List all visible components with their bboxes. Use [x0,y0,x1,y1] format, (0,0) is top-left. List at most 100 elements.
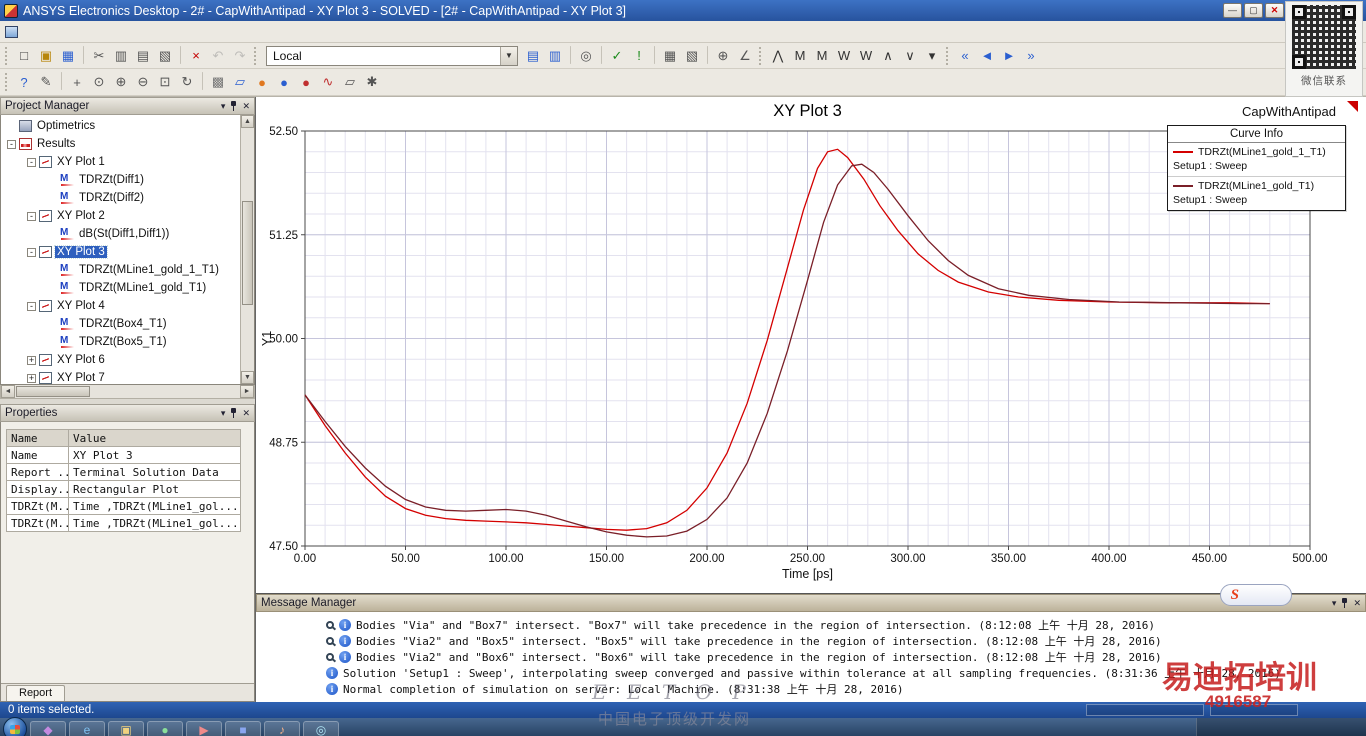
toolbar-button[interactable]: ▦ [659,46,681,66]
tree-vertical-scrollbar[interactable]: ▲ ▼ [240,115,254,384]
property-value[interactable]: XY Plot 3 [69,447,241,464]
tree-item-label[interactable]: Optimetrics [35,120,97,132]
toolbar-button[interactable]: ▤ [132,46,154,66]
report-type-button[interactable]: M [789,46,811,66]
toolbar-button[interactable]: ◎ [575,46,597,66]
minimize-button[interactable]: — [1223,3,1242,18]
toolbar-button[interactable]: ▧ [681,46,703,66]
tab-report[interactable]: Report [6,685,65,701]
legend-entry[interactable]: TDRZt(MLine1_gold_1_T1) Setup1 : Sweep [1168,143,1345,177]
toolbar-button[interactable]: ▥ [544,46,566,66]
toolbar-button[interactable]: × [185,46,207,66]
toolbar-button[interactable]: ✎ [35,72,57,92]
property-value[interactable]: Time ,TDRZt(MLine1_gol... [69,498,241,515]
toolbar-grip[interactable] [759,47,764,65]
collapse-icon[interactable]: ▾ [221,408,226,419]
menu-item[interactable] [131,24,149,40]
toolbar-button[interactable]: ⊡ [154,72,176,92]
tree-expand-icon[interactable]: - [27,248,36,257]
toolbar-button[interactable]: ↻ [176,72,198,92]
toolbar-button[interactable]: ∠ [734,46,756,66]
menu-item[interactable] [167,24,185,40]
toolbar-button[interactable]: ▦ [57,46,79,66]
tree-item-label[interactable]: dB(St(Diff1,Diff1)) [77,228,171,240]
tree-expand-icon[interactable]: + [27,374,36,383]
toolbar-button[interactable]: ● [273,72,295,92]
tree-expand-icon[interactable] [7,122,16,131]
combo-dropdown-icon[interactable]: ▼ [500,47,517,65]
toolbar-grip[interactable] [5,47,10,65]
solution-type-combo[interactable]: Local ▼ [266,46,518,66]
toolbar-button[interactable] [570,46,571,64]
tree-item[interactable]: Optimetrics [1,117,240,135]
toolbar-button[interactable]: ▱ [229,72,251,92]
report-type-button[interactable]: ⋀ [767,46,789,66]
legend-entry[interactable]: TDRZt(MLine1_gold_T1) Setup1 : Sweep [1168,177,1345,210]
tree-expand-icon[interactable] [47,194,56,203]
pin-icon[interactable] [229,407,238,419]
toolbar-button[interactable]: ● [251,72,273,92]
taskbar-app-button[interactable]: ◎ [303,721,339,736]
tree-expand-icon[interactable]: - [27,212,36,221]
menu-item[interactable] [77,24,95,40]
tree-expand-icon[interactable] [47,266,56,275]
scrollbar-thumb[interactable] [242,201,253,305]
tree-expand-icon[interactable]: + [27,356,36,365]
tree-item[interactable]: dB(St(Diff1,Diff1)) [1,225,240,243]
toolbar-button[interactable]: □ [13,46,35,66]
start-button[interactable] [3,717,27,736]
scroll-right-icon[interactable]: ► [240,385,254,398]
tree-item[interactable]: - XY Plot 1 [1,153,240,171]
view-nav-button[interactable]: ► [998,46,1020,66]
taskbar-app-button[interactable]: ● [147,721,183,736]
collapse-icon[interactable]: ▾ [221,101,226,112]
toolbar-button[interactable]: ? [13,72,35,92]
toolbar-button[interactable]: ⊕ [712,46,734,66]
report-type-button[interactable]: W [833,46,855,66]
toolbar-button[interactable] [61,72,62,90]
tree-item-label[interactable]: XY Plot 6 [55,354,107,366]
toolbar-button[interactable]: + [66,72,88,92]
xy-plot-panel[interactable]: 0.0050.00100.00150.00200.00250.00300.003… [256,97,1366,593]
close-button[interactable]: ✕ [1265,3,1284,18]
menu-item[interactable] [41,24,59,40]
menu-item[interactable] [149,24,167,40]
tree-item[interactable]: TDRZt(MLine1_gold_1_T1) [1,261,240,279]
toolbar-button[interactable]: ⊕ [110,72,132,92]
pin-icon[interactable] [1340,597,1349,609]
tree-item[interactable]: TDRZt(Box4_T1) [1,315,240,333]
scroll-up-icon[interactable]: ▲ [241,115,254,128]
toolbar-grip[interactable] [5,73,10,91]
taskbar-app-button[interactable]: ■ [225,721,261,736]
tree-item-label[interactable]: TDRZt(Diff2) [77,192,146,204]
close-icon[interactable]: ✕ [242,101,250,112]
scroll-left-icon[interactable]: ◄ [1,385,15,398]
toolbar-button[interactable]: ✓ [606,46,628,66]
tree-expand-icon[interactable]: - [7,140,16,149]
toolbar-button[interactable]: ▣ [35,46,57,66]
menu-item[interactable] [59,24,77,40]
tree-item[interactable]: + XY Plot 7 [1,369,240,384]
tree-item[interactable]: - XY Plot 4 [1,297,240,315]
ime-toolbar[interactable]: S [1220,584,1292,606]
close-icon[interactable]: ✕ [242,408,250,419]
toolbar-button[interactable] [180,46,181,64]
tree-item-label[interactable]: TDRZt(MLine1_gold_1_T1) [77,264,221,276]
tree-item[interactable]: - Results [1,135,240,153]
toolbar-button[interactable] [707,46,708,64]
property-value[interactable]: Rectangular Plot [69,481,241,498]
tree-item-label[interactable]: TDRZt(Box5_T1) [77,336,169,348]
tree-expand-icon[interactable] [47,338,56,347]
close-icon[interactable]: ✕ [1353,598,1361,609]
taskbar-app-button[interactable]: e [69,721,105,736]
toolbar-button[interactable]: ⊖ [132,72,154,92]
tree-item-label[interactable]: XY Plot 4 [55,300,107,312]
tree-item[interactable]: - XY Plot 2 [1,207,240,225]
tree-item-label[interactable]: XY Plot 1 [55,156,107,168]
toolbar-button[interactable] [83,46,84,64]
tree-horizontal-scrollbar[interactable]: ◄ ► [0,385,255,399]
toolbar-button[interactable]: ✱ [361,72,383,92]
property-value[interactable]: Time ,TDRZt(MLine1_gol... [69,515,241,532]
toolbar-button[interactable]: ↶ [207,46,229,66]
menu-item[interactable] [23,24,41,40]
